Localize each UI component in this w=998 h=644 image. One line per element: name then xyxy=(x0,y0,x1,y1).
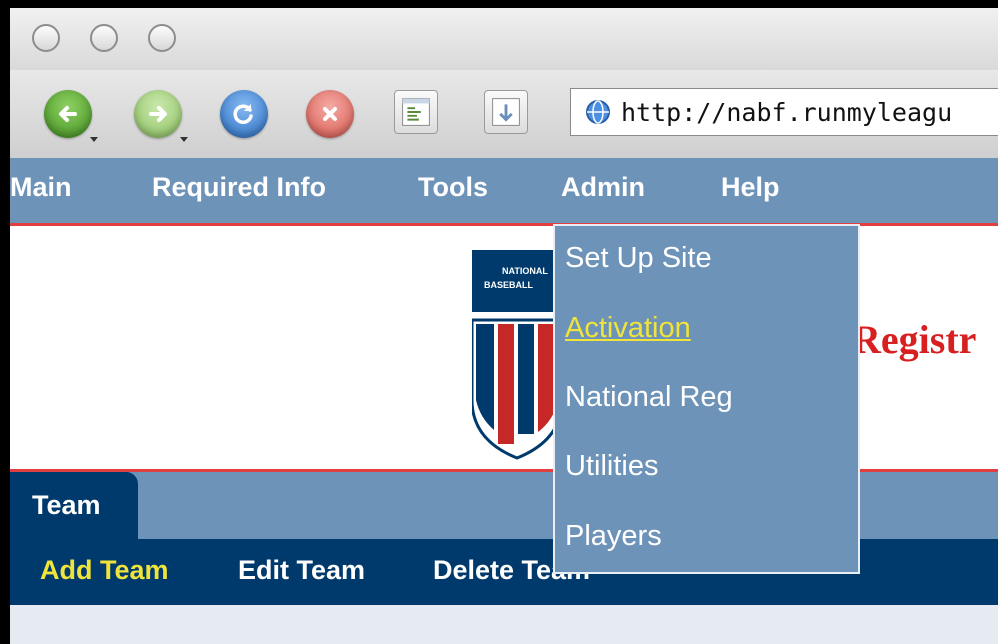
url-text: http://nabf.runmyleagu xyxy=(621,97,953,127)
logo-text-national: NATIONAL xyxy=(502,266,548,276)
content-area xyxy=(10,605,998,644)
menu-main[interactable]: Main xyxy=(10,172,72,203)
menu-help[interactable]: Help xyxy=(721,172,780,203)
globe-icon xyxy=(586,100,610,124)
title-bar xyxy=(10,8,998,71)
zoom-window-button[interactable] xyxy=(148,24,176,52)
add-team-link[interactable]: Add Team xyxy=(40,555,169,586)
stop-icon xyxy=(323,107,337,121)
dropdown-item-set-up-site[interactable]: Set Up Site xyxy=(565,242,712,275)
nabf-logo: NATIONAL BASEBALL xyxy=(472,250,562,460)
source-code-icon xyxy=(402,98,430,126)
menu-admin[interactable]: Admin xyxy=(561,172,645,203)
tab-team[interactable]: Team xyxy=(10,472,138,539)
dropdown-item-players[interactable]: Players xyxy=(565,520,662,553)
forward-arrow-icon xyxy=(149,106,167,122)
back-arrow-icon xyxy=(59,106,77,122)
downloads-button[interactable] xyxy=(484,90,528,134)
minimize-window-button[interactable] xyxy=(90,24,118,52)
banner-title: Registr xyxy=(852,317,977,362)
browser-toolbar: http://nabf.runmyleagu xyxy=(10,70,998,159)
reload-icon xyxy=(233,104,253,124)
menu-tools[interactable]: Tools xyxy=(418,172,488,203)
view-source-button[interactable] xyxy=(394,90,438,134)
forward-button[interactable] xyxy=(134,90,188,142)
admin-dropdown-menu: Set Up Site Activation National Reg Util… xyxy=(553,224,860,574)
dropdown-item-activation[interactable]: Activation xyxy=(565,312,691,345)
site-menu-bar: Main Required Info Tools Admin Help xyxy=(10,158,998,226)
reload-button[interactable] xyxy=(220,90,268,138)
back-button[interactable] xyxy=(44,90,98,142)
stop-button[interactable] xyxy=(306,90,354,138)
dropdown-item-utilities[interactable]: Utilities xyxy=(565,450,658,483)
address-bar[interactable]: http://nabf.runmyleagu xyxy=(570,88,998,136)
browser-window: http://nabf.runmyleagu Main Required Inf… xyxy=(10,8,998,644)
logo-text-baseball: BASEBALL xyxy=(484,280,534,290)
menu-required-info[interactable]: Required Info xyxy=(152,172,326,203)
dropdown-item-national-reg[interactable]: National Reg xyxy=(565,381,733,414)
close-window-button[interactable] xyxy=(32,24,60,52)
edit-team-link[interactable]: Edit Team xyxy=(238,555,365,586)
download-icon xyxy=(492,98,520,126)
